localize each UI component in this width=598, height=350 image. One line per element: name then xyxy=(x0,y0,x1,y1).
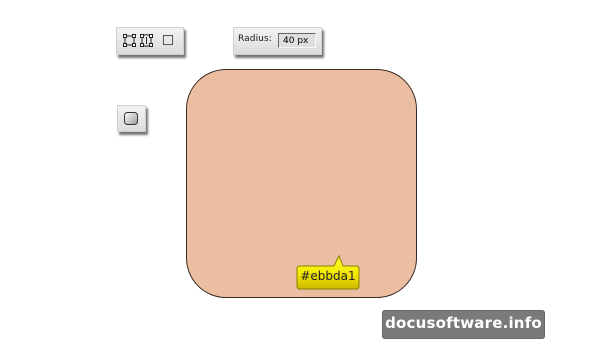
paths-icon[interactable] xyxy=(139,33,154,48)
rounded-rectangle-tool-icon xyxy=(123,111,139,126)
radius-toolbar: Radius: xyxy=(233,27,322,55)
fill-pixels-icon[interactable] xyxy=(161,33,176,48)
watermark-badge: docusoftware.info xyxy=(382,310,545,339)
color-hex-label: #ebbda1 xyxy=(300,269,356,283)
radius-input[interactable] xyxy=(278,33,316,48)
color-callout: #ebbda1 xyxy=(296,254,360,290)
radius-label: Radius: xyxy=(238,34,272,44)
watermark-text: docusoftware.info xyxy=(385,314,542,332)
shape-mode-toolbar xyxy=(116,27,184,55)
shape-layers-icon[interactable] xyxy=(122,33,137,48)
rounded-rectangle-tool-button[interactable] xyxy=(117,105,146,132)
